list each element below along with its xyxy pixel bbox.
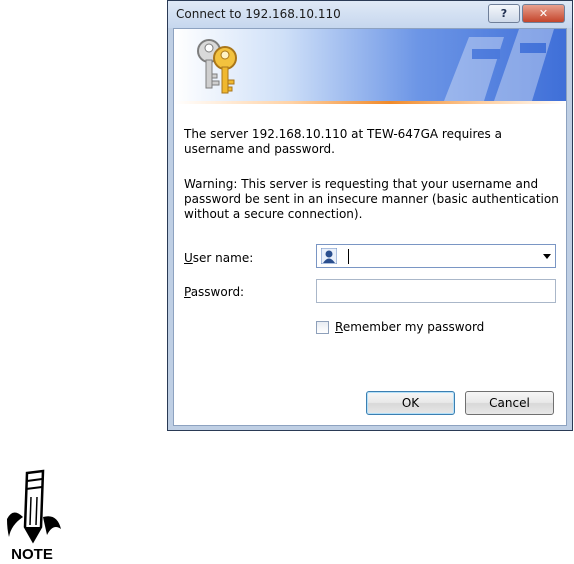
cancel-button[interactable]: Cancel [465,391,554,415]
remember-password-label[interactable]: Remember my password [335,320,484,334]
password-label-access-key: P [184,285,191,299]
security-warning: Warning: This server is requesting that … [184,177,559,221]
note-label: NOTE [11,546,53,563]
username-label: User name: [184,251,253,265]
banner-background-art [444,29,554,101]
close-button[interactable]: ✕ [522,4,565,23]
ok-button[interactable]: OK [366,391,455,415]
username-combobox[interactable] [316,244,556,268]
username-label-access-key: U [184,251,193,265]
text-caret [348,249,349,264]
server-message: The server 192.168.10.110 at TEW-647GA r… [184,127,502,156]
banner [174,29,566,101]
pencil-note-icon: NOTE [7,469,61,563]
user-account-icon [321,248,337,264]
help-button[interactable]: ? [488,4,520,23]
dialog-title: Connect to 192.168.10.110 [176,7,341,21]
remember-label-text: emember my password [342,320,485,334]
connect-dialog: Connect to 192.168.10.110 ? ✕ The server… [167,0,573,431]
chevron-down-icon[interactable] [543,254,551,259]
remember-password-checkbox[interactable] [316,321,329,334]
password-label: Password: [184,285,244,299]
remember-access-key: R [335,320,343,334]
title-bar[interactable]: Connect to 192.168.10.110 ? ✕ [168,1,572,28]
banner-divider [174,101,566,104]
username-label-text: ser name: [192,251,254,265]
keys-icon [197,39,237,94]
password-input[interactable] [316,279,556,303]
dialog-body: The server 192.168.10.110 at TEW-647GA r… [173,28,567,426]
password-label-text: assword: [190,285,245,299]
